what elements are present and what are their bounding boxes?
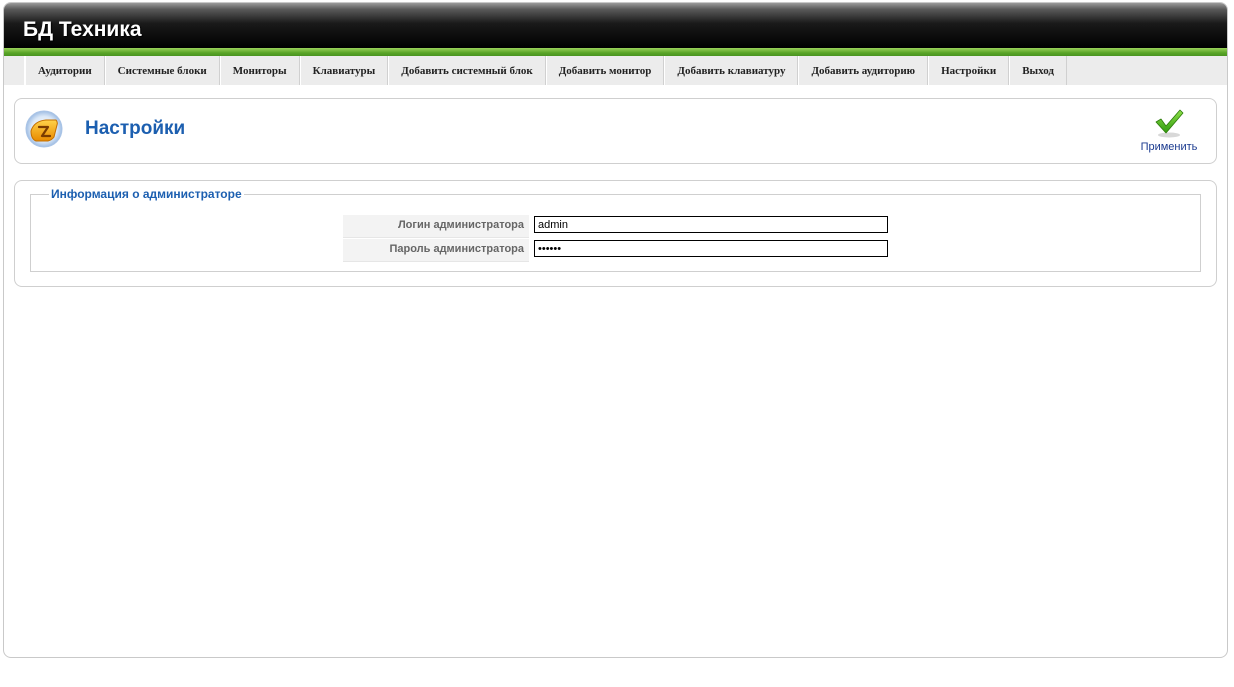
fieldset-legend: Информация о администраторе [49, 187, 244, 201]
main-menu: Аудитории Системные блоки Мониторы Клави… [24, 56, 1067, 85]
menu-item-add-classroom[interactable]: Добавить аудиторию [798, 56, 929, 85]
login-label: Логин администратора [343, 215, 529, 238]
menu-item-classrooms[interactable]: Аудитории [25, 56, 105, 85]
app-title: БД Техника [23, 18, 142, 41]
toolbar-panel: Настройки Применить [14, 98, 1217, 164]
login-input[interactable] [534, 216, 888, 233]
content-panel: Информация о администраторе Логин админи… [14, 180, 1217, 287]
menu-item-add-system-unit[interactable]: Добавить системный блок [388, 56, 546, 85]
checkmark-icon [1155, 109, 1184, 138]
menu-item-monitors[interactable]: Мониторы [219, 56, 300, 85]
admin-info-fieldset: Информация о администраторе Логин админи… [30, 187, 1201, 272]
app-header: БД Техника [4, 3, 1227, 48]
menu-item-logout[interactable]: Выход [1009, 56, 1067, 85]
page-title: Настройки [85, 118, 186, 139]
app-frame: БД Техника Аудитории Системные блоки Мон… [3, 2, 1228, 658]
settings-icon [25, 110, 63, 148]
menu-item-settings[interactable]: Настройки [928, 56, 1010, 85]
menu-item-add-monitor[interactable]: Добавить монитор [545, 56, 665, 85]
menu-item-add-keyboard[interactable]: Добавить клавиатуру [664, 56, 799, 85]
password-input[interactable] [534, 240, 888, 257]
menu-item-keyboards[interactable]: Клавиатуры [299, 56, 389, 85]
password-label: Пароль администратора [343, 239, 529, 262]
apply-button[interactable]: Применить [1134, 107, 1204, 157]
menu-item-system-units[interactable]: Системные блоки [104, 56, 220, 85]
main-menu-bar: Аудитории Системные блоки Мониторы Клави… [4, 56, 1227, 85]
apply-button-label: Применить [1140, 141, 1198, 153]
header-accent-strip [4, 48, 1227, 56]
